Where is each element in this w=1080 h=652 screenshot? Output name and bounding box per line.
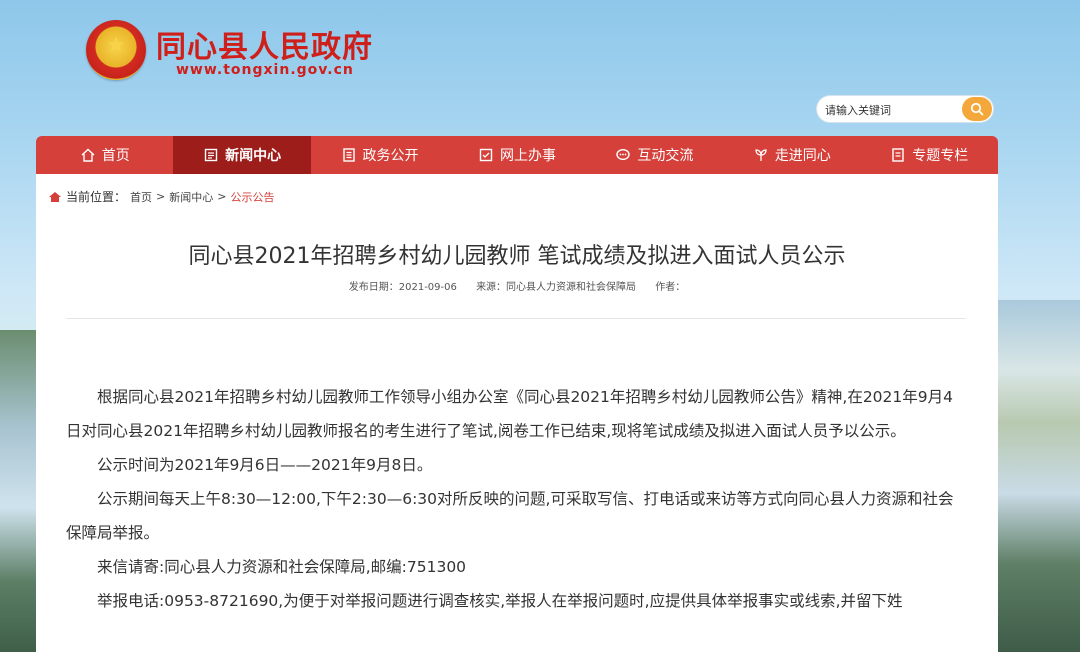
- nav-online-services[interactable]: 网上办事: [448, 136, 585, 174]
- breadcrumb-current[interactable]: 公示公告: [230, 189, 274, 205]
- star-icon: ★: [106, 33, 126, 58]
- nav-label: 政务公开: [362, 148, 419, 164]
- home-icon: [49, 191, 61, 202]
- article-title: 同心县2021年招聘乡村幼儿园教师 笔试成绩及拟进入面试人员公示: [188, 244, 846, 269]
- breadcrumb-home[interactable]: 首页: [130, 189, 152, 205]
- list-icon: [892, 148, 904, 162]
- breadcrumb-news-center[interactable]: 新闻中心: [169, 189, 213, 205]
- leaf-icon: [755, 149, 767, 161]
- divider: [66, 318, 966, 319]
- main-nav: 首页 新闻中心 政务公开 网上办事 互动交流 走进同心 专题专栏: [36, 136, 998, 174]
- document-icon: [342, 148, 355, 162]
- form-icon: [479, 148, 493, 162]
- search-input[interactable]: [823, 99, 957, 121]
- news-icon: [204, 148, 218, 162]
- nav-label: 网上办事: [499, 148, 556, 164]
- search-button[interactable]: [962, 97, 992, 121]
- site-name[interactable]: 同心县人民政府: [156, 22, 373, 66]
- content-panel: 当前位置： 首页 > 新闻中心 > 公示公告 同心县2021年招聘乡村幼儿园教师…: [36, 174, 998, 652]
- nav-label: 首页: [101, 148, 130, 164]
- nav-interaction[interactable]: 互动交流: [586, 136, 723, 174]
- article-body: 根据同心县2021年招聘乡村幼儿园教师工作领导小组办公室《同心县2021年招聘乡…: [66, 380, 968, 618]
- nav-government-affairs[interactable]: 政务公开: [311, 136, 448, 174]
- paragraph: 公示期间每天上午8:30—12:00,下午2:30—6:30对所反映的问题,可采…: [66, 490, 954, 542]
- breadcrumb: 当前位置： 首页 > 新闻中心 > 公示公告: [48, 188, 274, 205]
- nav-home[interactable]: 首页: [36, 136, 173, 174]
- nav-news-center[interactable]: 新闻中心: [173, 136, 311, 174]
- emblem-logo: ★: [86, 20, 146, 80]
- nav-label: 专题专栏: [912, 148, 969, 164]
- background-scenery-right: [996, 300, 1080, 652]
- paragraph: 来信请寄:同心县人力资源和社会保障局,邮编:751300: [97, 558, 467, 576]
- breadcrumb-label: 当前位置：: [66, 190, 127, 204]
- nav-label: 互动交流: [637, 148, 694, 164]
- breadcrumb-separator: >: [217, 190, 227, 203]
- nav-label: 走进同心: [774, 148, 831, 164]
- paragraph: 举报电话:0953-8721690,为便于对举报问题进行调查核实,举报人在举报问…: [97, 592, 903, 610]
- nav-label: 新闻中心: [225, 148, 282, 164]
- background-scenery-left: [0, 330, 40, 652]
- search-box: [817, 96, 993, 122]
- chat-icon: [616, 148, 631, 161]
- search-icon: [970, 102, 984, 116]
- home-icon: [81, 148, 95, 162]
- paragraph: 公示时间为2021年9月6日——2021年9月8日。: [97, 456, 433, 474]
- article-source: 来源：同心县人力资源和社会保障局: [476, 282, 637, 293]
- article-author: 作者：: [655, 282, 686, 293]
- publish-date: 发布日期：2021-09-06: [348, 282, 457, 293]
- nav-about-tongxin[interactable]: 走进同心: [723, 136, 860, 174]
- site-url[interactable]: www.tongxin.gov.cn: [176, 62, 354, 78]
- nav-special-topics[interactable]: 专题专栏: [861, 136, 998, 174]
- breadcrumb-separator: >: [156, 190, 166, 203]
- paragraph: 根据同心县2021年招聘乡村幼儿园教师工作领导小组办公室《同心县2021年招聘乡…: [66, 388, 953, 440]
- article-meta: 发布日期：2021-09-06 来源：同心县人力资源和社会保障局 作者：: [36, 278, 998, 293]
